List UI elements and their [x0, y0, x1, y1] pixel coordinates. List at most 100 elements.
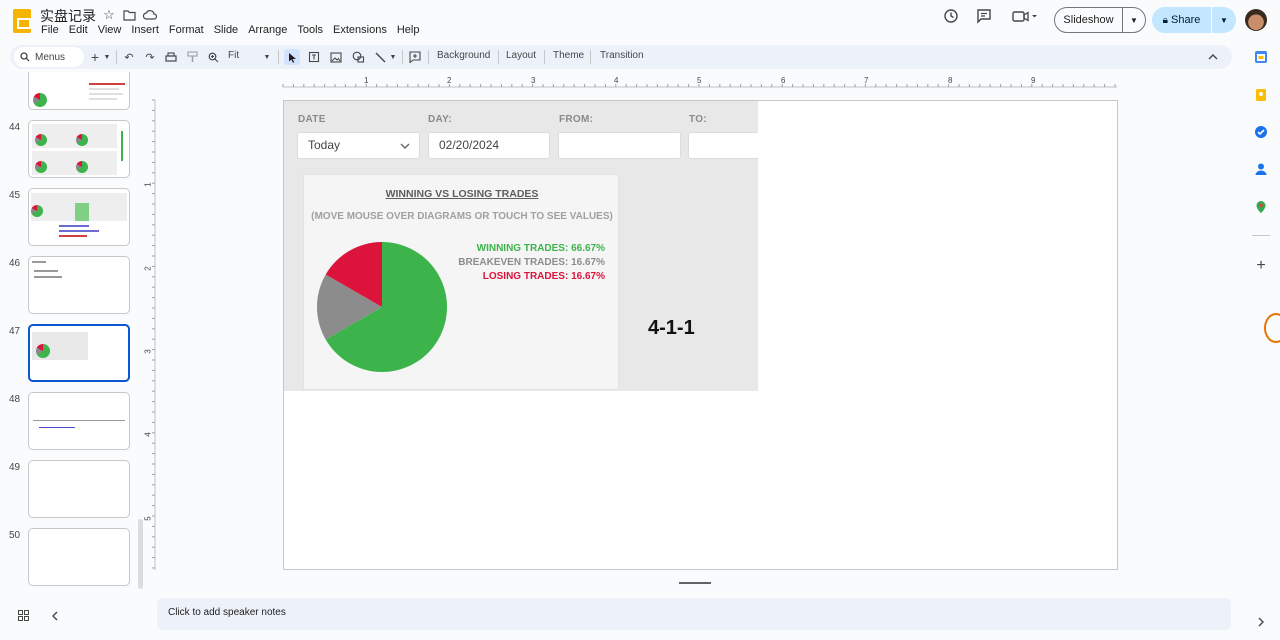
- paint-format-icon[interactable]: [185, 49, 199, 65]
- separator: [428, 50, 429, 64]
- slide-thumbnail[interactable]: [28, 528, 130, 586]
- menu-slide[interactable]: Slide: [214, 24, 238, 36]
- text-box-icon[interactable]: [307, 49, 321, 65]
- grid-view-icon[interactable]: [18, 610, 29, 621]
- menu-file[interactable]: File: [41, 24, 59, 36]
- share-dropdown-icon[interactable]: ▼: [1212, 16, 1236, 25]
- thumbnail-pie-icon: [35, 134, 47, 146]
- menu-extensions[interactable]: Extensions: [333, 24, 387, 36]
- thumbnail-line: [89, 93, 123, 95]
- filmstrip-scrollbar[interactable]: [138, 519, 143, 589]
- date-label: DATE: [298, 114, 326, 125]
- collapse-filmstrip-icon[interactable]: [52, 611, 58, 621]
- calendar-icon[interactable]: [1254, 50, 1268, 64]
- collapse-toolbar-icon[interactable]: [1206, 49, 1220, 65]
- slide-thumbnail-selected[interactable]: [28, 324, 130, 382]
- slideshow-dropdown-icon[interactable]: ▼: [1123, 16, 1145, 25]
- from-label: FROM:: [559, 114, 594, 125]
- document-title[interactable]: 实盘记录: [40, 6, 96, 26]
- line-icon[interactable]: [373, 49, 387, 65]
- slide-thumbnail[interactable]: [28, 188, 130, 246]
- zoom-select[interactable]: Fit: [228, 50, 239, 61]
- slide-thumbnail[interactable]: [28, 460, 130, 518]
- slide-thumbnail[interactable]: [28, 120, 130, 178]
- trades-pie-chart: [317, 242, 447, 372]
- trades-chart-panel: WINNING VS LOSING TRADES (MOVE MOUSE OVE…: [303, 174, 619, 390]
- slide-thumbnail[interactable]: [28, 256, 130, 314]
- add-comment-icon[interactable]: [408, 49, 422, 65]
- line-dropdown-icon[interactable]: ▼: [389, 49, 397, 65]
- ruler-number: 8: [948, 76, 953, 85]
- thumbnail-pie-icon: [35, 161, 47, 173]
- menu-view[interactable]: View: [98, 24, 122, 36]
- keep-icon[interactable]: [1254, 88, 1268, 102]
- menu-insert[interactable]: Insert: [131, 24, 159, 36]
- speaker-notes-placeholder: Click to add speaker notes: [168, 607, 286, 618]
- expand-side-panel-icon[interactable]: [1254, 617, 1268, 631]
- background-button[interactable]: Background: [437, 50, 490, 61]
- print-icon[interactable]: [164, 49, 178, 65]
- pasted-screenshot-image[interactable]: DATE DAY: FROM: TO: Today 02/20/2024 WIN…: [284, 101, 758, 391]
- notes-resize-handle[interactable]: [679, 582, 711, 584]
- title-bar: 实盘记录 ☆ File Edit View Insert Format Slid…: [0, 0, 1280, 42]
- ruler-number: 2: [447, 76, 452, 85]
- search-menus-label: Menus: [35, 51, 66, 63]
- undo-icon[interactable]: ↶: [122, 49, 136, 65]
- slide-thumbnail[interactable]: [28, 72, 130, 110]
- separator: [544, 50, 545, 64]
- cloud-status-icon[interactable]: [142, 7, 158, 23]
- speaker-notes[interactable]: Click to add speaker notes: [157, 598, 1231, 630]
- slideshow-label[interactable]: Slideshow: [1055, 8, 1123, 32]
- get-addons-icon[interactable]: +: [1254, 258, 1268, 274]
- menu-edit[interactable]: Edit: [69, 24, 88, 36]
- share-label[interactable]: 🔒︎ Share: [1152, 7, 1212, 33]
- slide-text-box[interactable]: 4-1-1: [648, 317, 695, 340]
- comments-icon[interactable]: [976, 8, 992, 24]
- zoom-icon[interactable]: [206, 49, 220, 65]
- slide-thumbnail[interactable]: [28, 392, 130, 450]
- thumbnail-line: [59, 225, 89, 227]
- date-select: Today: [297, 132, 420, 159]
- separator: [1252, 235, 1270, 236]
- ruler-number: 4: [614, 76, 619, 85]
- star-icon[interactable]: ☆: [101, 7, 117, 23]
- layout-button[interactable]: Layout: [506, 50, 536, 61]
- new-slide-icon[interactable]: +: [88, 49, 102, 65]
- contacts-icon[interactable]: [1254, 162, 1268, 176]
- ruler-number: 5: [143, 516, 153, 521]
- slides-logo-icon[interactable]: [13, 9, 31, 33]
- thumbnail-line: [34, 270, 58, 272]
- search-menus-input[interactable]: Menus: [14, 47, 84, 67]
- menu-format[interactable]: Format: [169, 24, 204, 36]
- thumbnail-line: [39, 427, 75, 428]
- panel-subtitle: (MOVE MOUSE OVER DIAGRAMS OR TOUCH TO SE…: [311, 211, 613, 222]
- share-button[interactable]: 🔒︎ Share ▼: [1152, 7, 1236, 33]
- new-slide-dropdown-icon[interactable]: ▼: [103, 49, 111, 65]
- meet-icon[interactable]: [1012, 8, 1038, 24]
- slideshow-button[interactable]: Slideshow ▼: [1054, 7, 1146, 33]
- menu-help[interactable]: Help: [397, 24, 420, 36]
- shape-icon[interactable]: [351, 49, 365, 65]
- legend-breakeven: BREAKEVEN TRADES: 16.67%: [458, 257, 605, 268]
- menu-arrange[interactable]: Arrange: [248, 24, 287, 36]
- maps-icon[interactable]: [1254, 200, 1268, 214]
- menu-tools[interactable]: Tools: [297, 24, 323, 36]
- account-avatar[interactable]: [1245, 9, 1267, 31]
- toolbar: Menus + ▼ ↶ ↷ Fit ▼ ▼ Background Layout …: [10, 45, 1232, 69]
- tasks-icon[interactable]: [1254, 125, 1268, 139]
- slide-editor[interactable]: DATE DAY: FROM: TO: Today 02/20/2024 WIN…: [283, 100, 1118, 570]
- slide-filmstrip: 44 45 46 47 48 49 50: [0, 72, 148, 594]
- version-history-icon[interactable]: [943, 8, 959, 24]
- date-select-value: Today: [308, 138, 341, 152]
- move-folder-icon[interactable]: [121, 7, 137, 23]
- zoom-dropdown-icon[interactable]: ▼: [263, 49, 271, 65]
- share-text: Share: [1171, 14, 1201, 26]
- day-label: DAY:: [428, 114, 452, 125]
- theme-button[interactable]: Theme: [553, 50, 584, 61]
- transition-button[interactable]: Transition: [600, 50, 644, 61]
- insert-image-icon[interactable]: [329, 49, 343, 65]
- redo-icon[interactable]: ↷: [143, 49, 157, 65]
- thumbnail-pie-icon: [33, 93, 47, 107]
- menu-bar: File Edit View Insert Format Slide Arran…: [41, 24, 429, 36]
- select-tool-icon[interactable]: [284, 49, 300, 65]
